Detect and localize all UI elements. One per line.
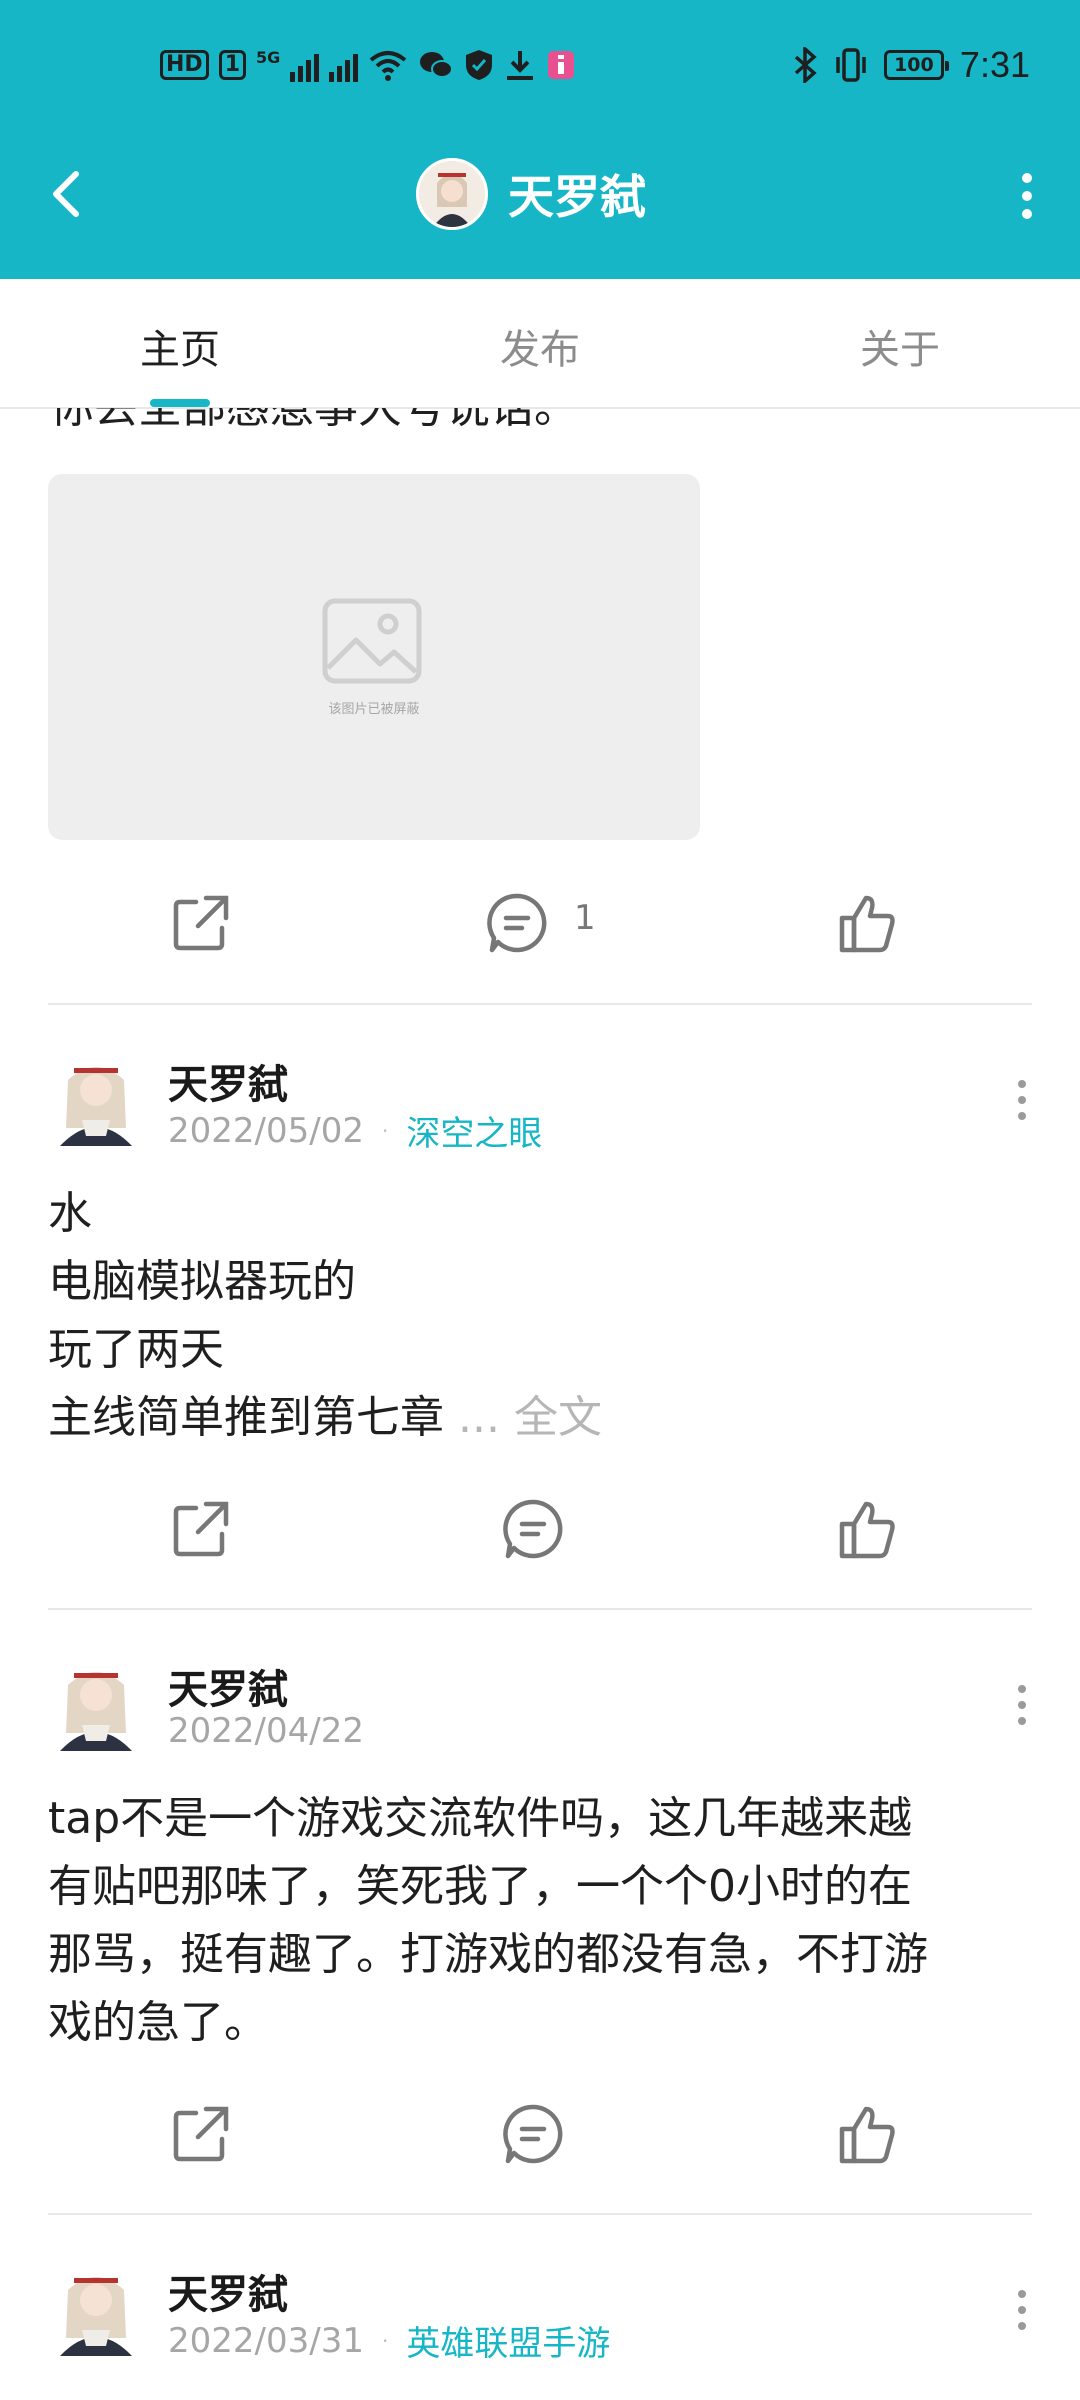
like-icon[interactable] (836, 1498, 898, 1560)
like-icon[interactable] (836, 2103, 898, 2165)
tab-bar: 主页 发布 关于 (0, 279, 1080, 409)
post-actions: 1 (0, 882, 1080, 962)
post-actions (0, 1488, 1080, 1568)
content-line: 有贴吧那味了，笑死我了，一个个0小时的在 (48, 1861, 912, 1912)
divider (48, 2213, 1032, 2215)
vibrate-icon (836, 48, 866, 82)
content-line: tap不是一个游戏交流软件吗，这几年越来越 (48, 1793, 913, 1844)
nav-bar: 天罗弑 (0, 140, 1080, 250)
blocked-image[interactable]: 该图片已被屏蔽 (48, 474, 700, 840)
share-icon[interactable] (170, 1498, 232, 1560)
clock: 7:31 (959, 44, 1030, 85)
post-menu-icon[interactable] (1012, 1683, 1032, 1727)
back-arrow-icon[interactable] (40, 164, 100, 224)
post-meta: 2022/05/02 · 深空之眼 (168, 1106, 542, 1155)
avatar[interactable] (52, 2260, 140, 2356)
author-name[interactable]: 天罗弑 (168, 1052, 288, 1110)
content-line: 戏的急了。 (48, 1997, 268, 2048)
shield-icon (466, 50, 493, 80)
status-right: 100 7:31 (792, 44, 1030, 86)
content-line: 主线简单推到第七章 (48, 1392, 444, 1443)
comment-icon[interactable] (502, 2103, 564, 2165)
author-name[interactable]: 天罗弑 (168, 2262, 288, 2320)
share-icon[interactable] (170, 2103, 232, 2165)
post-date: 2022/04/22 (168, 1711, 364, 1751)
post-content-cut: 你丢全部感惹事大号说话。 (50, 408, 578, 432)
tab-about[interactable]: 关于 (800, 317, 1000, 375)
image-placeholder-icon (322, 598, 422, 684)
signal-icon (290, 48, 320, 82)
header-profile[interactable]: 天罗弑 (416, 158, 646, 230)
avatar (416, 158, 488, 230)
share-icon[interactable] (170, 892, 232, 954)
network-type: 5G (256, 48, 281, 67)
status-bar: HD 1 5G 100 7:31 (0, 40, 1080, 100)
divider (48, 1003, 1032, 1005)
post-menu-icon[interactable] (1012, 1078, 1032, 1122)
tab-publish[interactable]: 发布 (440, 317, 640, 375)
game-tag[interactable]: 英雄联盟手游 (406, 2316, 610, 2365)
app-header: HD 1 5G 100 7:31 天罗弑 (0, 0, 1080, 279)
avatar[interactable] (52, 1050, 140, 1146)
sim-badge: 1 (218, 50, 246, 80)
post-menu-icon[interactable] (1012, 2288, 1032, 2332)
post-meta: 2022/04/22 (168, 1711, 364, 1751)
page-title: 天罗弑 (508, 170, 646, 224)
bluetooth-icon (794, 47, 817, 83)
post-meta: 2022/03/31 · 英雄联盟手游 (168, 2316, 610, 2365)
post-content[interactable]: tap不是一个游戏交流软件吗，这几年越来越 有贴吧那味了，笑死我了，一个个0小时… (48, 1785, 1028, 2057)
status-left: HD 1 5G (160, 48, 576, 82)
game-tag[interactable]: 深空之眼 (406, 1106, 542, 1155)
image-caption: 该图片已被屏蔽 (328, 702, 420, 717)
post-actions (0, 2093, 1080, 2173)
notification-icon (548, 51, 575, 79)
wifi-icon (369, 51, 407, 81)
comment-icon[interactable] (486, 892, 548, 954)
battery-icon: 100 (883, 50, 949, 80)
post-content[interactable]: 水 电脑模拟器玩的 玩了两天 主线简单推到第七章 ... 全文 (48, 1180, 1028, 1452)
content-line: 水 (48, 1188, 92, 1239)
download-icon (507, 51, 534, 80)
read-more-link[interactable]: ... 全文 (458, 1392, 602, 1443)
comment-icon[interactable] (502, 1498, 564, 1560)
post-date: 2022/03/31 (168, 2320, 364, 2361)
content-line: 玩了两天 (48, 1324, 224, 1375)
hd-badge: HD (160, 50, 209, 80)
comment-count: 1 (574, 898, 596, 938)
content-line: 那骂，挺有趣了。打游戏的都没有急，不打游 (48, 1929, 928, 1980)
meta-separator: · (381, 1118, 389, 1143)
tab-home[interactable]: 主页 (80, 317, 280, 375)
wechat-icon (420, 52, 454, 78)
divider (48, 1608, 1032, 1610)
like-icon[interactable] (836, 892, 898, 954)
more-vertical-icon[interactable] (1002, 166, 1052, 226)
author-name[interactable]: 天罗弑 (168, 1657, 288, 1715)
tab-indicator (150, 399, 210, 407)
signal-icon (329, 48, 359, 82)
meta-separator: · (381, 2328, 389, 2353)
content-line: 电脑模拟器玩的 (48, 1256, 356, 1307)
avatar[interactable] (52, 1655, 140, 1751)
post-date: 2022/05/02 (168, 1110, 364, 1151)
